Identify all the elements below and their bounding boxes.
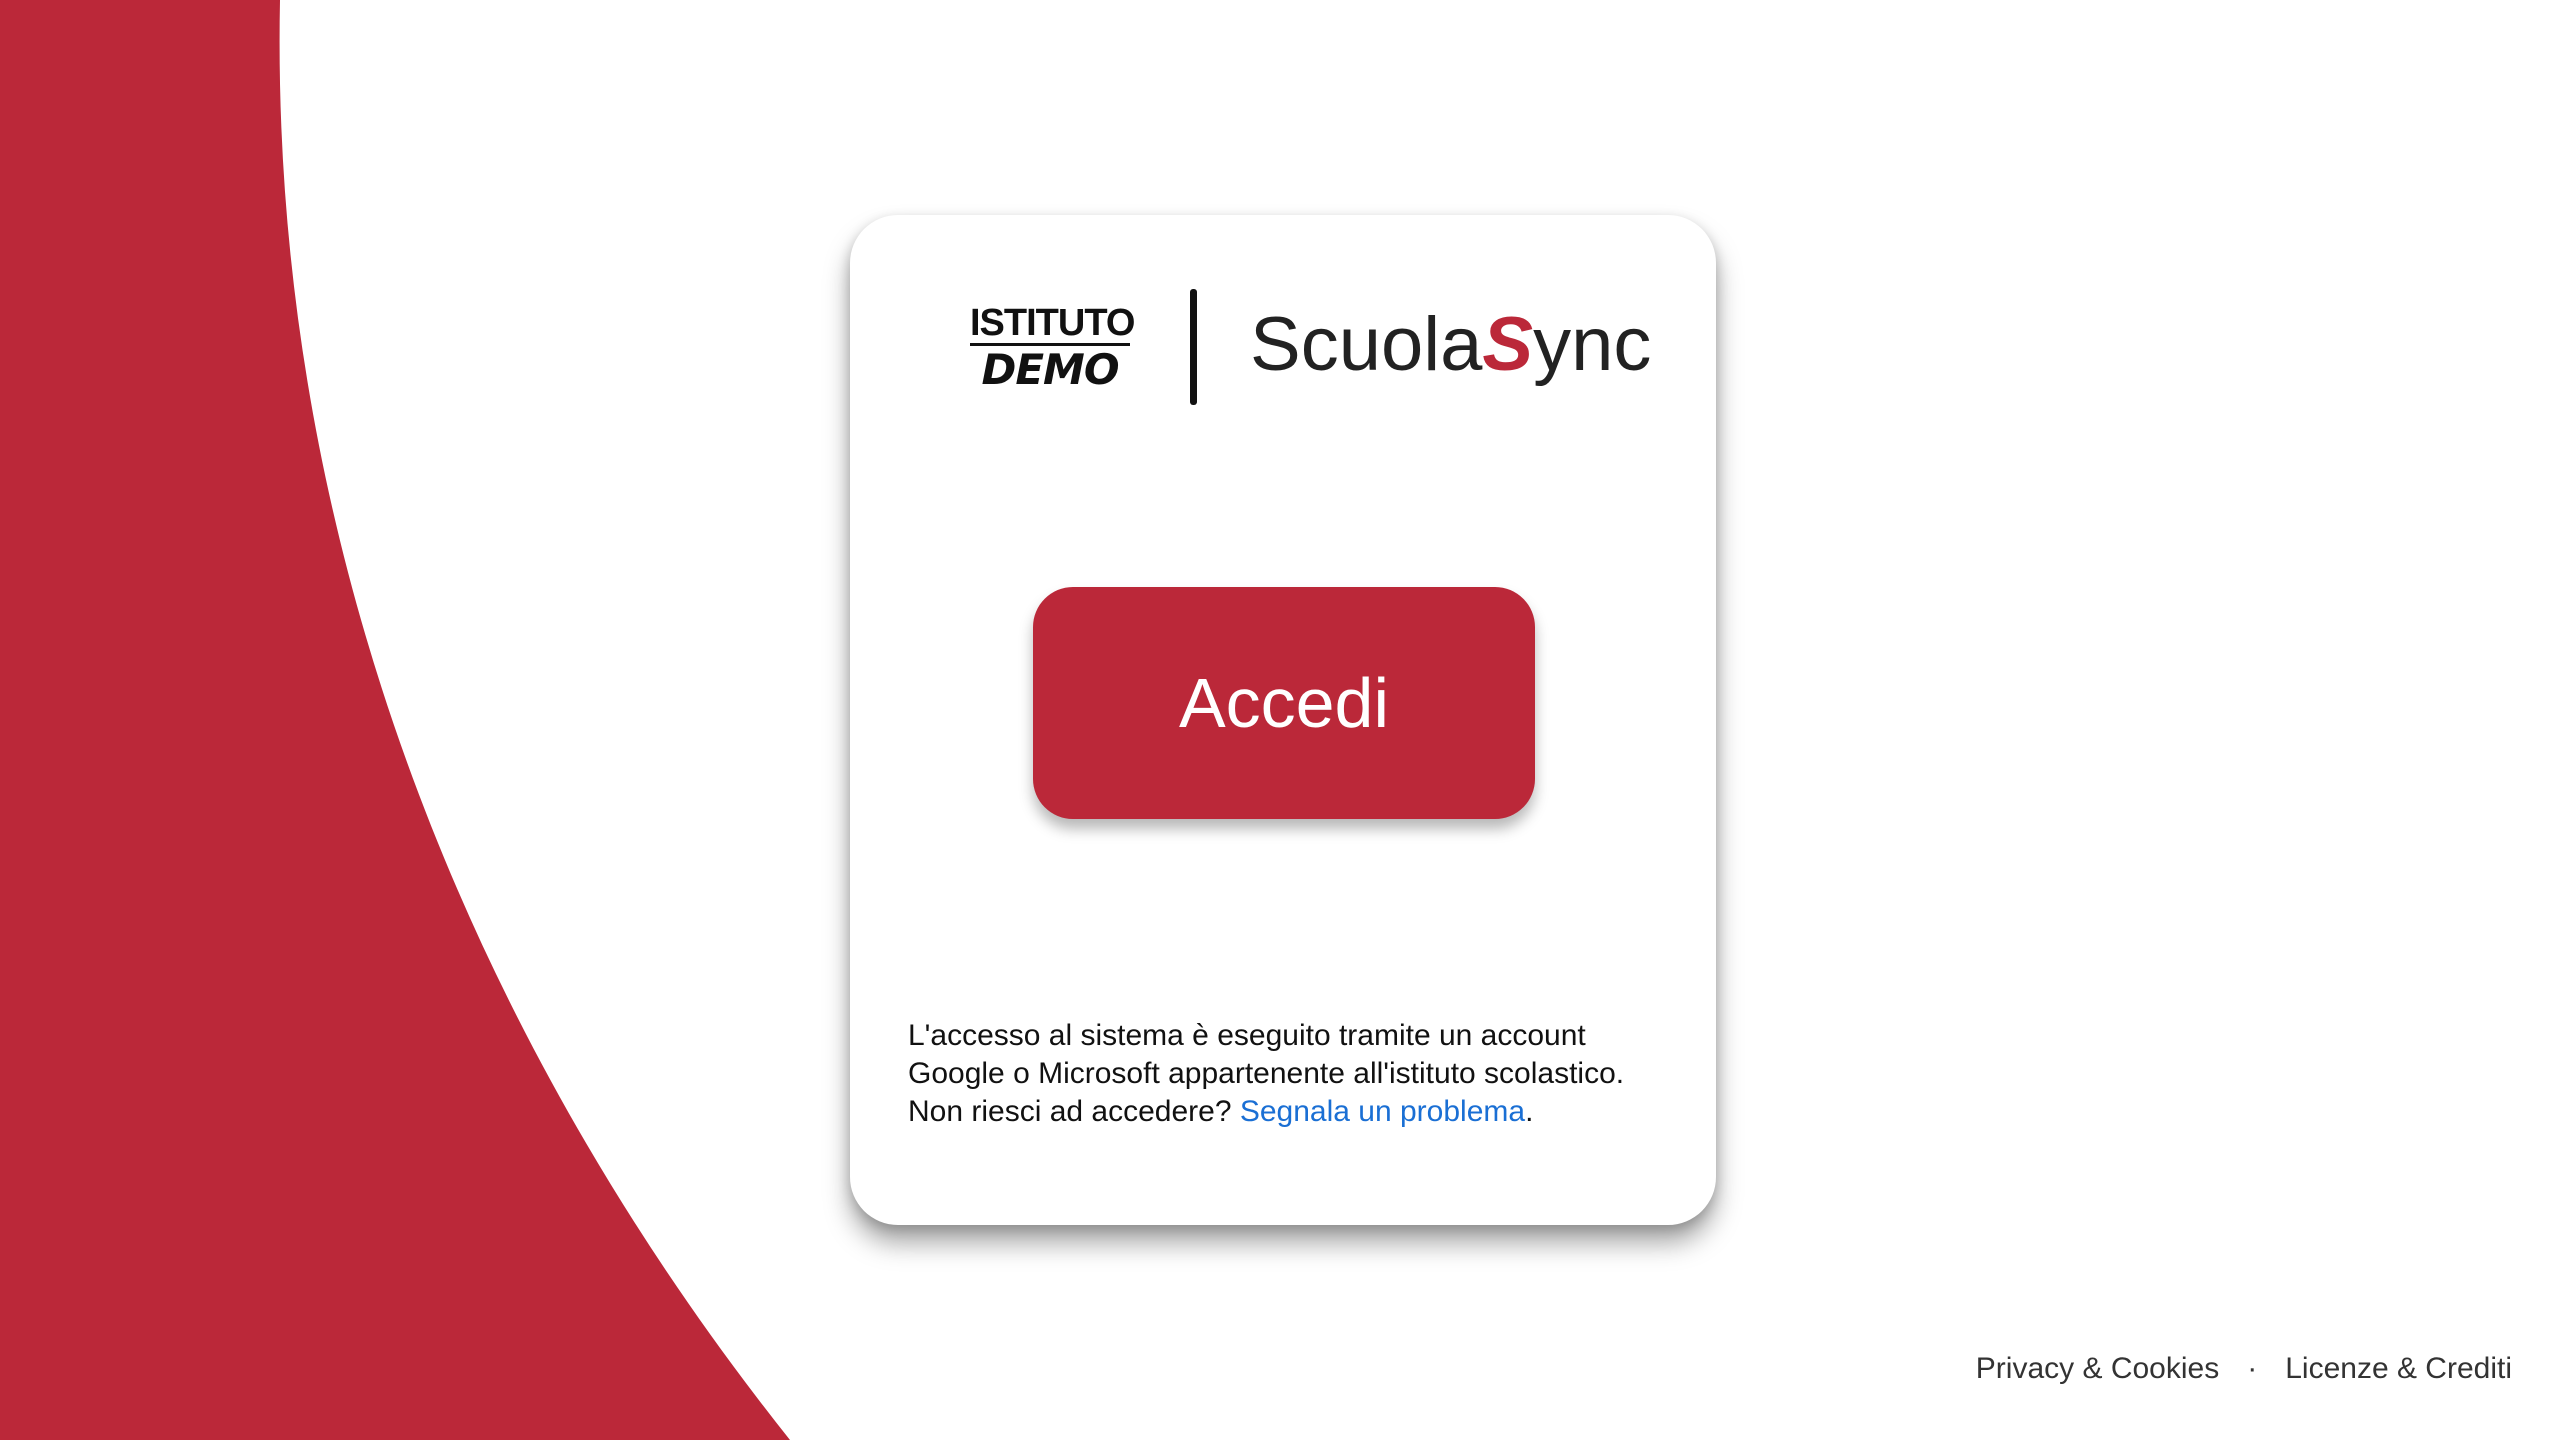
logos-header: ISTITUTO DEMO ScuolaSync: [850, 275, 1716, 405]
scuolasync-logo: ScuolaSync: [1250, 295, 1651, 405]
brand-accent: S: [1482, 302, 1534, 387]
school-logo-line1: ISTITUTO: [970, 302, 1135, 346]
footer: Privacy & Cookies · Licenze & Crediti: [1976, 1352, 2512, 1386]
report-problem-link[interactable]: Segnala un problema: [1240, 1095, 1525, 1128]
logo-divider: [1190, 289, 1197, 405]
footer-separator: ·: [2247, 1352, 2258, 1385]
login-info: L'accesso al sistema è eseguito tramite …: [908, 1017, 1668, 1131]
login-button[interactable]: Accedi: [1033, 587, 1535, 819]
privacy-cookies-link[interactable]: Privacy & Cookies: [1976, 1352, 2219, 1385]
login-card: ISTITUTO DEMO ScuolaSync Accedi L'access…: [850, 215, 1716, 1225]
licenses-credits-link[interactable]: Licenze & Crediti: [2285, 1352, 2512, 1385]
help-prefix: Non riesci ad accedere?: [908, 1095, 1240, 1128]
school-logo-line2: DEMO: [981, 345, 1119, 394]
school-logo: ISTITUTO DEMO: [970, 302, 1135, 394]
brand-prefix: Scuola: [1250, 302, 1483, 387]
help-suffix: .: [1525, 1095, 1534, 1128]
login-page: ISTITUTO DEMO ScuolaSync Accedi L'access…: [0, 0, 2560, 1440]
brand-suffix: ync: [1533, 302, 1652, 387]
info-text: L'accesso al sistema è eseguito tramite …: [908, 1019, 1625, 1090]
